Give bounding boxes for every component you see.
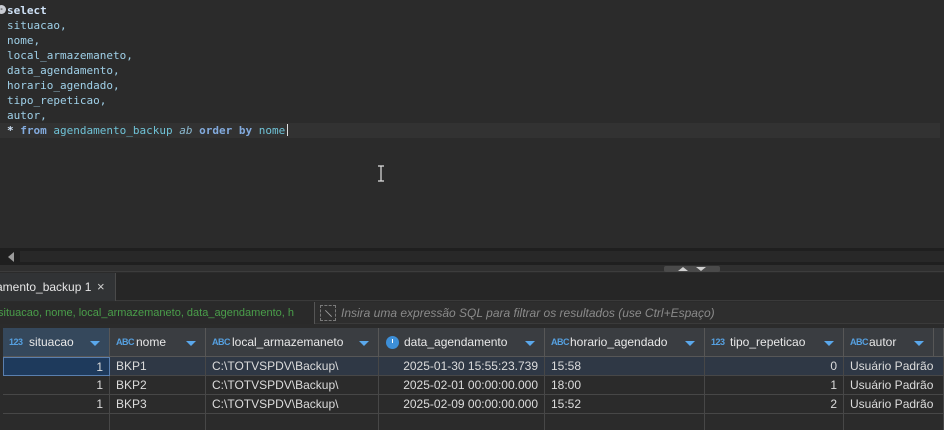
panel-splitter[interactable]: [0, 265, 944, 272]
table-name: agendamento_backup: [53, 124, 173, 137]
cell-autor[interactable]: Usuário Padrão: [844, 376, 944, 395]
empty-cell: [379, 414, 545, 430]
code-line-2: situacao,: [7, 19, 67, 32]
cell-tipo[interactable]: 0: [705, 357, 844, 376]
filter-history-icon[interactable]: [320, 305, 336, 321]
cell-tipo[interactable]: 1: [705, 376, 844, 395]
numeric-type-icon: 123: [711, 337, 725, 347]
column-name: autor: [869, 335, 897, 349]
empty-cell: [206, 414, 379, 430]
splitter-grip[interactable]: [664, 266, 720, 272]
cell-local[interactable]: C:\TOTVSPDV\Backup\: [206, 395, 379, 414]
sql-code[interactable]: select situacao, nome, local_armazemanet…: [0, 3, 940, 138]
cell-nome[interactable]: BKP2: [110, 376, 206, 395]
empty-cell: [110, 414, 206, 430]
chevron-down-icon[interactable]: [914, 341, 924, 346]
cell-horario[interactable]: 18:00: [545, 376, 705, 395]
editor-horizontal-scrollbar[interactable]: [0, 248, 944, 265]
cell-data[interactable]: 2025-01-30 15:55:23.739: [379, 357, 545, 376]
code-line-4: local_armazemaneto,: [7, 49, 133, 62]
sql-editor[interactable]: - select situacao, nome, local_armazeman…: [0, 0, 944, 248]
grid-header: 123 situacao ABC nome ABC local_armazema…: [0, 328, 944, 357]
chevron-down-icon[interactable]: [359, 341, 369, 346]
cell-situacao[interactable]: 1: [3, 357, 110, 376]
cell-autor[interactable]: Usuário Padrão: [844, 357, 944, 376]
code-line-3: nome,: [7, 34, 41, 47]
chevron-down-icon[interactable]: [685, 341, 695, 346]
maximize-up-icon[interactable]: [678, 267, 688, 271]
column-header-data-agendamento[interactable]: data_agendamento: [379, 328, 545, 357]
code-line-7: tipo_repeticao,: [7, 94, 107, 107]
empty-cell: [3, 414, 110, 430]
cell-data[interactable]: 2025-02-09 00:00:00.000: [379, 395, 545, 414]
column-header-overflow[interactable]: [934, 328, 944, 357]
cell-autor[interactable]: Usuário Padrão: [844, 395, 944, 414]
keyword-select: select: [7, 4, 47, 17]
empty-cell: [545, 414, 705, 430]
chevron-down-icon[interactable]: [90, 341, 100, 346]
column-name: local_armazemaneto: [232, 335, 344, 349]
table-row[interactable]: 1 BKP1 C:\TOTVSPDV\Backup\ 2025-01-30 15…: [0, 357, 944, 376]
empty-cell: [705, 414, 844, 430]
text-type-icon: ABC: [212, 337, 231, 347]
table-row-empty: [0, 414, 944, 430]
cell-nome[interactable]: BKP1: [110, 357, 206, 376]
code-line-5: data_agendamento,: [7, 64, 120, 77]
cell-tipo[interactable]: 2: [705, 395, 844, 414]
column-header-autor[interactable]: ABC autor: [844, 328, 934, 357]
text-type-icon: ABC: [551, 337, 570, 347]
column-header-local-armazemaneto[interactable]: ABC local_armazemaneto: [206, 328, 379, 357]
cell-local[interactable]: C:\TOTVSPDV\Backup\: [206, 376, 379, 395]
text-cursor-icon: [378, 165, 384, 182]
chevron-down-icon[interactable]: [525, 341, 535, 346]
column-name: tipo_repeticao: [730, 335, 806, 349]
scroll-left-icon[interactable]: [8, 252, 14, 262]
close-icon[interactable]: ×: [97, 273, 105, 301]
column-name: horario_agendado: [570, 335, 668, 349]
text-type-icon: ABC: [116, 337, 135, 347]
cell-situacao[interactable]: 1: [3, 376, 110, 395]
table-alias: ab: [179, 124, 193, 137]
cell-horario[interactable]: 15:52: [545, 395, 705, 414]
code-line-1: select: [7, 3, 940, 18]
clock-icon: [386, 336, 399, 349]
tab-label: amento_backup 1: [0, 280, 92, 294]
chevron-down-icon[interactable]: [824, 341, 834, 346]
text-caret: [287, 124, 289, 136]
keyword-order-by: order by: [199, 124, 253, 137]
table-row[interactable]: 1 BKP2 C:\TOTVSPDV\Backup\ 2025-02-01 00…: [0, 376, 944, 395]
filter-columns-list[interactable]: situacao, nome, local_armazemaneto, data…: [0, 302, 315, 324]
column-header-situacao[interactable]: 123 situacao: [3, 328, 110, 357]
results-grid[interactable]: 123 situacao ABC nome ABC local_armazema…: [0, 325, 944, 430]
chevron-down-icon[interactable]: [186, 341, 196, 346]
column-name: nome: [136, 335, 167, 349]
filter-bar: situacao, nome, local_armazemaneto, data…: [0, 302, 944, 324]
keyword-from: from: [20, 124, 47, 137]
tab-results[interactable]: amento_backup 1 ×: [0, 273, 116, 301]
code-line-6: horario_agendado,: [7, 79, 120, 92]
numeric-type-icon: 123: [9, 337, 23, 347]
column-name: situacao: [29, 335, 74, 349]
column-header-tipo-repeticao[interactable]: 123 tipo_repeticao: [705, 328, 844, 357]
star-token: *: [7, 124, 14, 137]
scrollbar-track[interactable]: [20, 251, 944, 262]
order-column: nome: [258, 124, 286, 137]
column-header-nome[interactable]: ABC nome: [110, 328, 206, 357]
empty-cell: [844, 414, 944, 430]
cell-data[interactable]: 2025-02-01 00:00:00.000: [379, 376, 545, 395]
cell-situacao[interactable]: 1: [3, 395, 110, 414]
text-type-icon: ABC: [850, 337, 869, 347]
cell-horario[interactable]: 15:58: [545, 357, 705, 376]
fold-marker-icon[interactable]: -: [0, 5, 6, 14]
filter-input[interactable]: Insira uma expressão SQL para filtrar os…: [341, 302, 941, 324]
table-row[interactable]: 1 BKP3 C:\TOTVSPDV\Backup\ 2025-02-09 00…: [0, 395, 944, 414]
column-header-horario-agendado[interactable]: ABC horario_agendado: [545, 328, 705, 357]
cell-nome[interactable]: BKP3: [110, 395, 206, 414]
cell-local[interactable]: C:\TOTVSPDV\Backup\: [206, 357, 379, 376]
results-tab-strip: amento_backup 1 ×: [0, 273, 944, 301]
column-name: data_agendamento: [404, 335, 508, 349]
code-line-9: * from agendamento_backup ab order by no…: [0, 123, 940, 138]
restore-down-icon[interactable]: [696, 267, 706, 271]
code-line-8: autor,: [7, 109, 47, 122]
